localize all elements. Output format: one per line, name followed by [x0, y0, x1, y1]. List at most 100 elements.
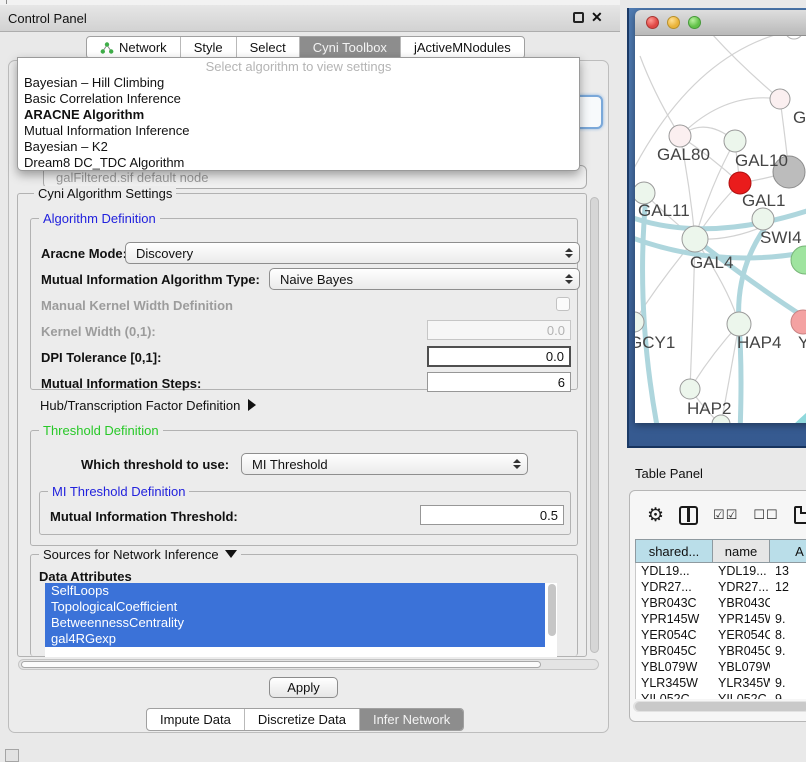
node-bright-green[interactable] — [791, 246, 806, 274]
node-gal-right[interactable] — [770, 89, 790, 109]
mi-algorithm-type-select[interactable]: Naive Bayes — [269, 268, 580, 290]
control-panel-tabbar: Network Style Select Cyni Toolbox jActiv… — [86, 36, 525, 59]
threshold-definition-title: Threshold Definition — [39, 423, 163, 438]
control-panel-titlebar: Control Panel — [0, 5, 620, 32]
close-panel-icon[interactable]: ✕ — [591, 9, 603, 26]
minimize-traffic-light-icon[interactable] — [667, 16, 680, 29]
tab-select[interactable]: Select — [237, 37, 300, 58]
tab-jactivemnodules[interactable]: jActiveMNodules — [401, 37, 524, 58]
node-hap2[interactable] — [680, 379, 700, 399]
column-header-partial[interactable]: A — [770, 540, 806, 562]
tab-cyni-toolbox[interactable]: Cyni Toolbox — [300, 37, 401, 58]
list-item[interactable]: TopologicalCoefficient — [45, 599, 545, 615]
dropdown-item[interactable]: Basic Correlation Inference — [18, 91, 579, 107]
list-item[interactable]: BetweennessCentrality — [45, 615, 545, 631]
network-icon — [100, 42, 114, 54]
select-all-checkboxes-icon[interactable]: ☑☑ — [713, 507, 738, 523]
aracne-mode-label: Aracne Mode: — [41, 246, 127, 261]
dropdown-item-selected[interactable]: ARACNE Algorithm — [18, 107, 579, 123]
mi-algorithm-type-value: Naive Bayes — [280, 272, 353, 287]
settings-vertical-scrollbar[interactable] — [589, 195, 600, 657]
table-row[interactable]: YIL052CYIL052C9 — [636, 691, 806, 699]
sources-title-wrap: Sources for Network Inference — [39, 547, 241, 562]
mi-threshold-group: MI Threshold Definition Mutual Informati… — [39, 491, 571, 535]
dropdown-item[interactable]: Dream8 DC_TDC Algorithm — [18, 155, 579, 171]
which-threshold-select[interactable]: MI Threshold — [241, 453, 528, 475]
aracne-mode-value: Discovery — [136, 246, 193, 261]
mi-steps-input[interactable]: 6 — [427, 372, 571, 392]
columns-icon[interactable] — [679, 506, 698, 525]
tab-style[interactable]: Style — [181, 37, 237, 58]
node-label: GAL1 — [742, 191, 785, 210]
kernel-width-value: 0.0 — [547, 323, 565, 338]
network-window-titlebar[interactable] — [635, 10, 806, 36]
table-panel-title: Table Panel — [635, 466, 703, 481]
node-swi4[interactable] — [752, 208, 774, 230]
mi-algorithm-type-label: Mutual Information Algorithm Type: — [41, 272, 260, 287]
close-traffic-light-icon[interactable] — [646, 16, 659, 29]
table-toolbar: ⚙ ☑☑ ☐☐ — [630, 501, 806, 529]
table-row[interactable]: YDL19...YDL19...13 — [636, 563, 806, 579]
zoom-traffic-light-icon[interactable] — [688, 16, 701, 29]
dropdown-item[interactable]: Bayesian – K2 — [18, 139, 579, 155]
node-label: GAL — [793, 108, 806, 127]
data-attributes-list[interactable]: SelfLoops TopologicalCoefficient Between… — [45, 583, 557, 657]
list-vertical-scrollbar[interactable] — [547, 583, 557, 657]
apply-button[interactable]: Apply — [269, 677, 338, 698]
network-view-frame[interactable]: GAL GAL80 GAL10 GAL11 GAL1 SWI4 GAL4 GCY… — [627, 8, 806, 448]
deselect-all-checkboxes-icon[interactable]: ☐☐ — [753, 507, 778, 523]
dpi-tolerance-value: 0.0 — [546, 349, 564, 364]
hub-tf-definition-label: Hub/Transcription Factor Definition — [40, 398, 240, 413]
mi-threshold-label: Mutual Information Threshold: — [50, 509, 238, 524]
spinner-arrows-icon — [511, 457, 523, 471]
expander-right-arrow-icon — [248, 399, 256, 411]
node-label: GAL11 — [638, 201, 690, 220]
node-table: shared... name A YDL19...YDL19...13 YDR2… — [635, 539, 806, 699]
settings-horizontal-scrollbar[interactable] — [18, 659, 599, 670]
table-row[interactable]: YDR27...YDR27...12 — [636, 579, 806, 595]
dropdown-item[interactable]: Mutual Information Inference — [18, 123, 579, 139]
column-header-name[interactable]: name — [713, 540, 770, 562]
node-gal4[interactable] — [682, 226, 708, 252]
network-table-combo-value: galFiltered.sif default node — [56, 170, 208, 185]
table-row[interactable]: YBL079WYBL079W — [636, 659, 806, 675]
dropdown-item[interactable]: Bayesian – Hill Climbing — [18, 75, 579, 91]
tab-discretize-data[interactable]: Discretize Data — [245, 709, 360, 730]
table-row[interactable]: YER054CYER054C8. — [636, 627, 806, 643]
node-gal80[interactable] — [669, 125, 691, 147]
node-gal10[interactable] — [724, 130, 746, 152]
kernel-width-input[interactable]: 0.0 — [427, 320, 571, 340]
mi-threshold-input[interactable]: 0.5 — [420, 505, 564, 525]
node-label: GAL4 — [690, 253, 733, 272]
tab-impute-data[interactable]: Impute Data — [147, 709, 245, 730]
table-row[interactable]: YLR345WYLR345W9. — [636, 675, 806, 691]
table-row[interactable]: YBR045CYBR045C9. — [636, 643, 806, 659]
hub-tf-definition-expander[interactable]: Hub/Transcription Factor Definition — [40, 398, 256, 413]
algorithm-definition-group: Algorithm Definition Aracne Mode: Discov… — [30, 218, 578, 390]
list-item[interactable]: gal4RGexp — [45, 631, 545, 647]
which-threshold-label: Which threshold to use: — [81, 457, 229, 472]
dpi-tolerance-input[interactable]: 0.0 — [427, 346, 571, 367]
table-panel-titlebar: Table Panel — [625, 459, 806, 487]
column-header-shared[interactable]: shared... — [636, 540, 713, 562]
spinner-arrows-icon — [563, 272, 575, 286]
node[interactable] — [785, 36, 803, 39]
node-salmon[interactable] — [791, 310, 806, 334]
tab-infer-network[interactable]: Infer Network — [360, 709, 463, 730]
float-window-icon[interactable] — [573, 12, 584, 23]
aracne-mode-select[interactable]: Discovery — [125, 242, 580, 264]
manual-kernel-width-checkbox[interactable] — [556, 297, 570, 311]
list-item[interactable]: SelfLoops — [45, 583, 545, 599]
table-horizontal-scrollbar[interactable] — [633, 701, 806, 712]
gear-icon[interactable]: ⚙ — [647, 506, 664, 525]
new-table-icon[interactable] — [794, 506, 806, 524]
network-canvas[interactable]: GAL GAL80 GAL10 GAL11 GAL1 SWI4 GAL4 GCY… — [635, 36, 806, 423]
node-label: HAP2 — [687, 399, 731, 418]
table-row[interactable]: YPR145WYPR145W9. — [636, 611, 806, 627]
node-label: Y — [798, 333, 806, 352]
network-window[interactable]: GAL GAL80 GAL10 GAL11 GAL1 SWI4 GAL4 GCY… — [635, 10, 806, 423]
node-label: HAP4 — [737, 333, 781, 352]
tab-network[interactable]: Network — [87, 37, 181, 58]
mi-steps-value: 6 — [558, 375, 565, 390]
table-row[interactable]: YBR043CYBR043C — [636, 595, 806, 611]
